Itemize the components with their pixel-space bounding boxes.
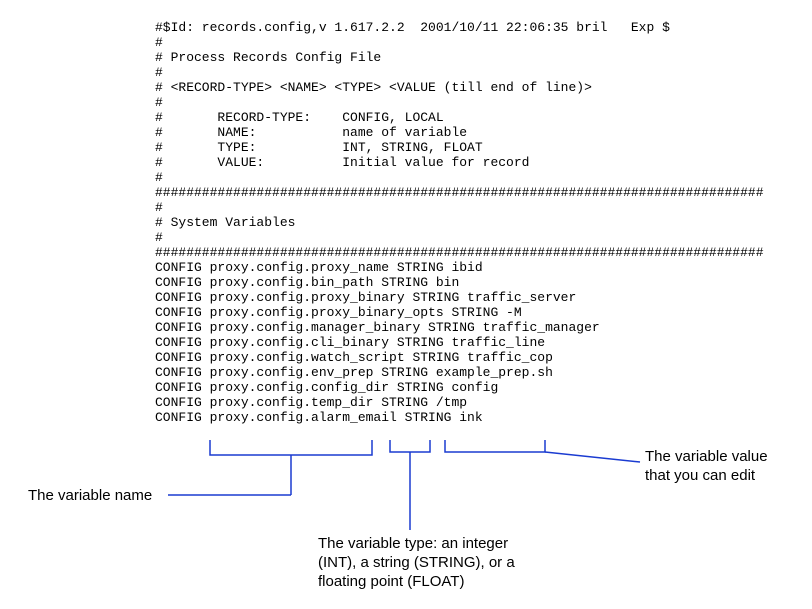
annotation-variable-value: The variable value that you can edit [645, 448, 795, 486]
annotation-variable-type: The variable type: an integer (INT), a s… [318, 535, 538, 591]
config-file-text: #$Id: records.config,v 1.617.2.2 2001/10… [155, 20, 764, 425]
annotation-variable-name: The variable name [28, 487, 178, 506]
